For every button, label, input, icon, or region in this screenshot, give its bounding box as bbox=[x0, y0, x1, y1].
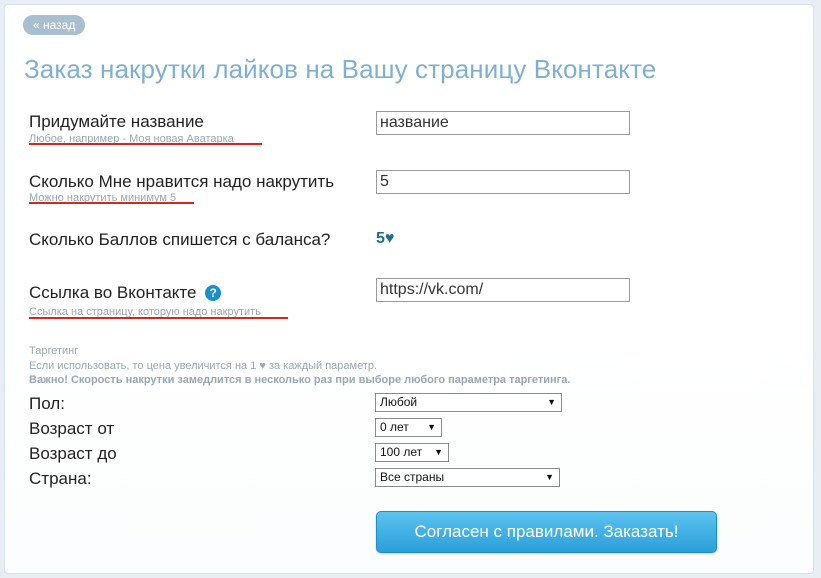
age-to-label: Возраст до bbox=[29, 444, 117, 463]
submit-order-button[interactable]: Согласен с правилами. Заказать! bbox=[376, 511, 717, 553]
link-input[interactable] bbox=[376, 278, 630, 302]
points-value: 5♥ bbox=[376, 230, 395, 247]
dropdown-arrow-icon: ▼ bbox=[545, 472, 554, 482]
gender-label: Пол: bbox=[29, 394, 65, 413]
points-label: Сколько Баллов спишется с баланса? bbox=[29, 230, 331, 249]
targeting-title: Таргетинг bbox=[29, 345, 79, 357]
age-from-label: Возраст от bbox=[29, 419, 115, 438]
age-to-select-value: 100 лет bbox=[380, 445, 423, 459]
targeting-note: Если использовать, то цена увеличится на… bbox=[29, 360, 378, 372]
dropdown-arrow-icon: ▼ bbox=[547, 397, 556, 407]
age-from-select[interactable]: 0 лет ▼ bbox=[375, 418, 442, 437]
link-label-row: Ссылка во Вконтакте ? bbox=[29, 283, 222, 303]
question-mark-icon[interactable]: ? bbox=[205, 285, 222, 301]
country-label: Страна: bbox=[29, 469, 92, 488]
age-from-select-value: 0 лет bbox=[380, 420, 409, 434]
name-input[interactable] bbox=[376, 111, 630, 135]
back-button[interactable]: « назад bbox=[23, 15, 86, 35]
likes-input[interactable] bbox=[376, 170, 630, 194]
name-hint-underline bbox=[29, 143, 262, 145]
country-select-value: Все страны bbox=[380, 470, 445, 484]
targeting-warning: Важно! Скорость накрутки замедлится в не… bbox=[29, 374, 571, 386]
link-label: Ссылка во Вконтакте bbox=[29, 283, 197, 302]
likes-hint-underline bbox=[29, 202, 194, 204]
name-label: Придумайте название bbox=[29, 112, 204, 131]
dropdown-arrow-icon: ▼ bbox=[427, 422, 436, 432]
gender-select-value: Любой bbox=[380, 395, 418, 409]
page-title: Заказ накрутки лайков на Вашу страницу В… bbox=[24, 54, 657, 84]
country-select[interactable]: Все страны ▼ bbox=[375, 468, 560, 487]
likes-label: Сколько Мне нравится надо накрутить bbox=[29, 172, 335, 191]
dropdown-arrow-icon: ▼ bbox=[434, 447, 443, 457]
gender-select[interactable]: Любой ▼ bbox=[375, 393, 562, 412]
link-hint-underline bbox=[29, 317, 288, 319]
age-to-select[interactable]: 100 лет ▼ bbox=[375, 443, 449, 462]
